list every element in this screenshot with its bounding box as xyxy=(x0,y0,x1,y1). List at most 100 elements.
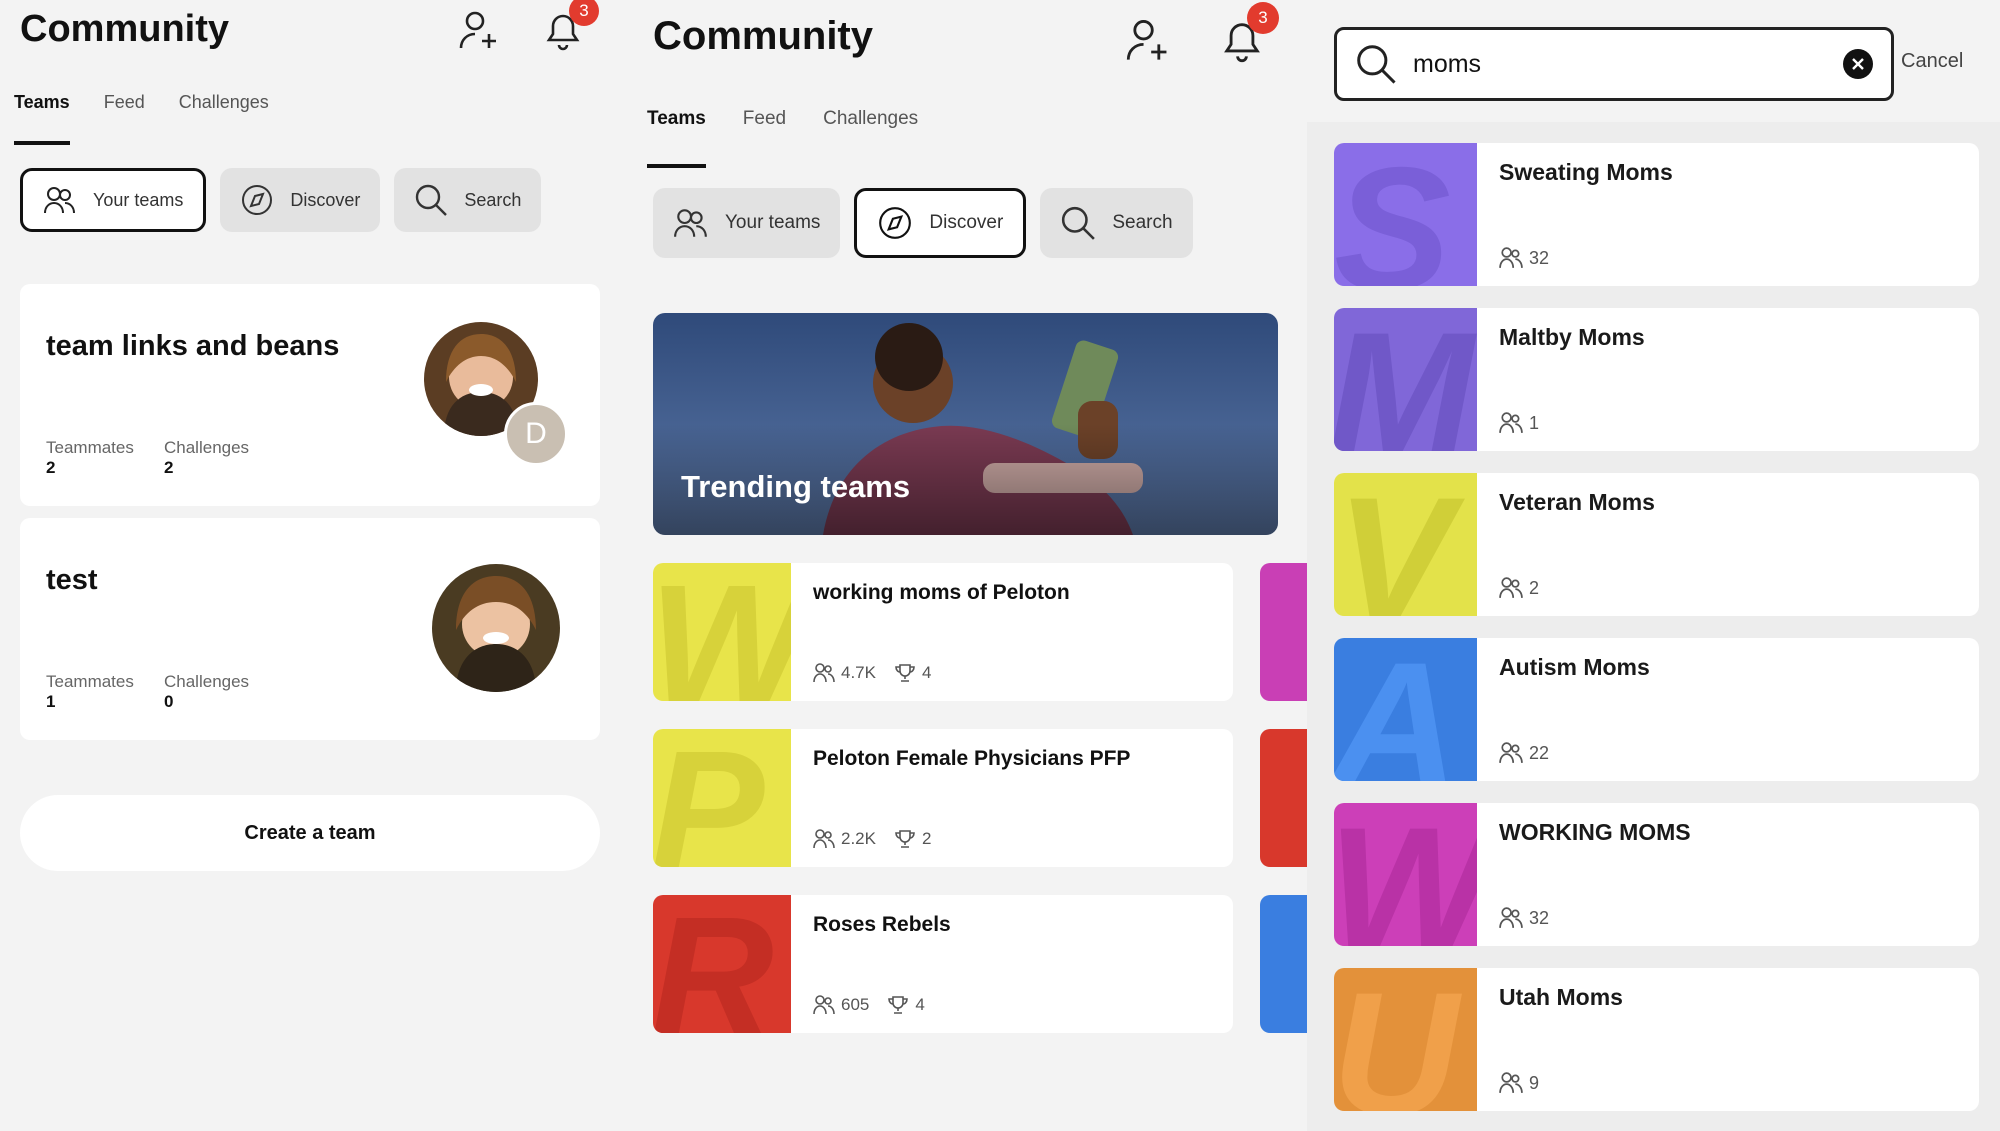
search-result[interactable]: S Sweating Moms 32 xyxy=(1334,143,1979,286)
your-teams-label: Your teams xyxy=(725,212,821,233)
member-count: 2.2K xyxy=(841,829,876,848)
members-icon xyxy=(1499,1072,1523,1094)
team-thumbnail: M xyxy=(1334,308,1477,451)
team-name: WORKING MOMS xyxy=(1499,819,1691,845)
team-name: Veteran Moms xyxy=(1499,489,1655,515)
team-name: Autism Moms xyxy=(1499,654,1650,680)
members-icon xyxy=(1499,577,1523,599)
next-card-peek[interactable] xyxy=(1260,895,1307,1033)
add-friend-icon[interactable] xyxy=(458,8,502,57)
team-thumbnail: S xyxy=(1334,143,1477,286)
search-icon xyxy=(1060,205,1096,241)
tab-feed[interactable]: Feed xyxy=(743,108,786,130)
team-name: team links and beans xyxy=(46,330,340,362)
team-card[interactable]: P Peloton Female Physicians PFP 2.2K 2 xyxy=(653,729,1233,867)
members-icon xyxy=(1499,412,1523,434)
team-name: test xyxy=(46,564,98,596)
team-name: Utah Moms xyxy=(1499,984,1623,1010)
tab-teams[interactable]: Teams xyxy=(14,92,70,145)
team-thumbnail: W xyxy=(653,563,791,701)
search-result[interactable]: V Veteran Moms 2 xyxy=(1334,473,1979,616)
team-name: working moms of Peloton xyxy=(813,581,1070,604)
cancel-button[interactable]: Cancel xyxy=(1901,50,1963,73)
members-icon xyxy=(1499,907,1523,929)
members-icon xyxy=(1499,742,1523,764)
search-result[interactable]: A Autism Moms 22 xyxy=(1334,638,1979,781)
search-label: Search xyxy=(464,189,522,210)
team-card[interactable]: W working moms of Peloton 4.7K 4 xyxy=(653,563,1233,701)
search-bar: Cancel xyxy=(1307,0,2000,122)
your-teams-label: Your teams xyxy=(93,189,184,210)
discover-label: Discover xyxy=(929,212,1004,233)
avatar-initial: D xyxy=(504,402,568,466)
hero-title: Trending teams xyxy=(681,469,911,504)
search-button[interactable]: Search xyxy=(1040,188,1193,258)
members-icon xyxy=(1499,247,1523,269)
panel-search-results: Cancel S Sweating Moms 32 M Maltby Moms … xyxy=(1307,0,2000,1131)
team-card[interactable]: R Roses Rebels 605 4 xyxy=(653,895,1233,1033)
team-stats: 2 xyxy=(1499,577,1539,599)
your-teams-button[interactable]: Your teams xyxy=(20,168,207,232)
filter-pills: Your teams Discover Search xyxy=(20,168,555,232)
team-name: Maltby Moms xyxy=(1499,324,1645,350)
community-header: Community 3 Teams Feed Challenges Your t… xyxy=(0,0,625,260)
member-count: 4.7K xyxy=(841,663,876,682)
search-field[interactable] xyxy=(1334,27,1894,101)
search-result[interactable]: M Maltby Moms 1 xyxy=(1334,308,1979,451)
teammates-count: 1 xyxy=(46,692,56,711)
members-icon xyxy=(813,829,835,849)
team-stats: 2.2K 2 xyxy=(813,829,931,849)
tab-feed[interactable]: Feed xyxy=(104,92,145,113)
close-icon xyxy=(1852,58,1864,70)
svg-text:U: U xyxy=(1334,968,1462,1111)
team-stats: 22 xyxy=(1499,742,1549,764)
team-card[interactable]: team links and beans Teammates 2 Challen… xyxy=(20,284,600,506)
member-count: 22 xyxy=(1529,742,1550,763)
svg-text:W: W xyxy=(653,563,791,701)
clear-search-button[interactable] xyxy=(1843,49,1873,79)
team-stats: 32 xyxy=(1499,247,1549,269)
create-team-button[interactable]: Create a team xyxy=(20,795,600,871)
add-friend-icon[interactable] xyxy=(1125,16,1173,69)
search-result[interactable]: U Utah Moms 9 xyxy=(1334,968,1979,1111)
svg-text:W: W xyxy=(1334,803,1477,946)
svg-text:P: P xyxy=(653,729,765,867)
discover-button[interactable]: Discover xyxy=(220,168,381,232)
team-card[interactable]: test Teammates 1 Challenges 0 xyxy=(20,518,600,740)
next-card-peek[interactable] xyxy=(1260,563,1307,701)
team-thumbnail: V xyxy=(1334,473,1477,616)
search-icon xyxy=(1355,43,1397,85)
trophy-icon xyxy=(887,995,909,1015)
your-teams-button[interactable]: Your teams xyxy=(653,188,841,258)
svg-text:S: S xyxy=(1334,143,1451,286)
search-button[interactable]: Search xyxy=(394,168,542,232)
tab-challenges[interactable]: Challenges xyxy=(823,108,918,130)
teammates-count: 2 xyxy=(46,458,56,477)
discover-button[interactable]: Discover xyxy=(854,188,1027,258)
team-thumbnail: P xyxy=(653,729,791,867)
search-input[interactable] xyxy=(1411,48,1843,80)
people-icon xyxy=(43,185,77,215)
challenges-label: Challenges xyxy=(164,672,250,691)
member-count: 2 xyxy=(1529,577,1540,598)
tab-challenges[interactable]: Challenges xyxy=(179,92,269,113)
member-count: 9 xyxy=(1529,1072,1540,1093)
members-icon xyxy=(813,995,835,1015)
discover-label: Discover xyxy=(290,189,361,210)
community-header: Community 3 Teams Feed Challenges Your t… xyxy=(625,0,1307,284)
member-count: 32 xyxy=(1529,247,1550,268)
search-result[interactable]: W WORKING MOMS 32 xyxy=(1334,803,1979,946)
trending-teams-banner[interactable]: Trending teams xyxy=(653,313,1278,535)
team-stats: 605 4 xyxy=(813,995,925,1015)
team-name: Roses Rebels xyxy=(813,913,951,936)
team-stats: 9 xyxy=(1499,1072,1539,1094)
notification-badge: 3 xyxy=(569,0,599,26)
team-thumbnail: U xyxy=(1334,968,1477,1111)
next-card-peek[interactable] xyxy=(1260,729,1307,867)
member-count: 1 xyxy=(1529,412,1540,433)
tab-teams[interactable]: Teams xyxy=(647,108,706,168)
trophy-icon xyxy=(894,663,916,683)
team-name: Sweating Moms xyxy=(1499,159,1673,185)
challenges-count: 2 xyxy=(164,458,174,477)
panel-discover: Community 3 Teams Feed Challenges Your t… xyxy=(625,0,1307,1131)
